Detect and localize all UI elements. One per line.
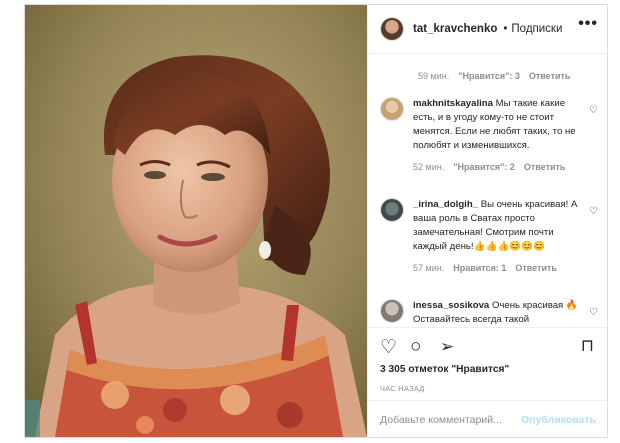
comment-likes[interactable]: "Нравится": 2	[453, 162, 515, 172]
post-side-panel: tat_kravchenko • Подписки ••• 59 мин. "Н…	[367, 5, 607, 437]
comment-input[interactable]	[380, 413, 522, 426]
author-avatar[interactable]	[380, 17, 404, 41]
comment-body: _irina_dolgih_ Вы очень красивая! А ваша…	[413, 198, 578, 254]
bookmark-icon[interactable]: ⊓	[581, 336, 594, 356]
more-options-icon[interactable]: •••	[578, 16, 598, 32]
list-item: inessa_sosikova Очень красивая 🔥Оставайт…	[380, 299, 598, 327]
header-separator: •	[503, 23, 508, 35]
commenter-username[interactable]: inessa_sosikova	[413, 300, 489, 311]
comment-meta: 59 мин. "Нравится": 3 Ответить	[418, 71, 570, 81]
comment-time: 59 мин.	[418, 71, 450, 81]
comment-time: 52 мин.	[413, 162, 445, 172]
comment-likes[interactable]: Нравится: 1	[453, 263, 506, 273]
comment-icon[interactable]: ○	[410, 336, 421, 358]
reply-button[interactable]: Ответить	[529, 71, 571, 81]
share-icon[interactable]: ➢	[440, 337, 454, 357]
commenter-avatar[interactable]	[380, 198, 404, 222]
likes-count[interactable]: 3 305 отметок "Нравится"	[380, 364, 509, 375]
comment-time: 57 мин.	[413, 263, 445, 273]
commenter-avatar[interactable]	[380, 299, 404, 323]
add-comment-bar: Опубликовать	[368, 400, 607, 437]
publish-button[interactable]: Опубликовать	[521, 414, 596, 426]
commenter-avatar[interactable]	[380, 97, 404, 121]
action-bar: ♡ ○ ➢ ⊓	[380, 336, 598, 362]
list-item: _irina_dolgih_ Вы очень красивая! А ваша…	[380, 198, 598, 273]
reply-button[interactable]: Ответить	[524, 162, 566, 172]
comment-meta: 57 мин. Нравится: 1 Ответить	[413, 263, 598, 273]
list-item: makhnitskayalina Мы такие какие есть, и …	[380, 97, 598, 172]
author-username[interactable]: tat_kravchenko	[413, 23, 497, 35]
portrait-image	[25, 5, 367, 437]
commenter-username[interactable]: _irina_dolgih_	[413, 199, 478, 210]
comment-meta: 52 мин. "Нравится": 2 Ответить	[413, 162, 598, 172]
post-dialog: tat_kravchenko • Подписки ••• 59 мин. "Н…	[24, 4, 608, 438]
comment-likes[interactable]: "Нравится": 3	[458, 71, 520, 81]
reply-button[interactable]: Ответить	[515, 263, 557, 273]
post-actions: ♡ ○ ➢ ⊓ 3 305 отметок "Нравится" ЧАС НАЗ…	[368, 327, 607, 437]
comment-like-icon[interactable]: ♡	[589, 307, 598, 318]
post-timestamp: ЧАС НАЗАД	[380, 384, 425, 393]
comment-body: inessa_sosikova Очень красивая 🔥Оставайт…	[413, 299, 578, 327]
comments-list[interactable]: 59 мин. "Нравится": 3 Ответить makhnitsk…	[368, 55, 607, 327]
comment-like-icon[interactable]: ♡	[589, 105, 598, 116]
follow-button[interactable]: Подписки	[511, 23, 562, 35]
comment-body: makhnitskayalina Мы такие какие есть, и …	[413, 97, 578, 153]
comment-like-icon[interactable]: ♡	[589, 206, 598, 217]
post-photo[interactable]	[25, 5, 367, 437]
post-header: tat_kravchenko • Подписки •••	[368, 5, 607, 54]
commenter-username[interactable]: makhnitskayalina	[413, 98, 493, 109]
heart-icon[interactable]: ♡	[380, 336, 397, 359]
